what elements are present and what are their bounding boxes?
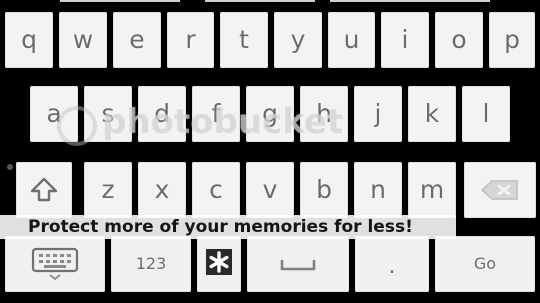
key-s[interactable]: s xyxy=(84,86,132,142)
key-label: t xyxy=(239,24,249,54)
keyboard-switch-key[interactable] xyxy=(5,236,105,292)
numbers-key-label: 123 xyxy=(135,254,167,273)
top-strip-segment xyxy=(330,0,490,2)
key-label: m xyxy=(419,174,445,204)
key-o[interactable]: o xyxy=(435,12,483,68)
shift-key[interactable] xyxy=(16,162,72,218)
go-key-label: Go xyxy=(473,254,497,273)
key-label: s xyxy=(101,98,115,128)
key-c[interactable]: c xyxy=(192,162,240,218)
key-label: n xyxy=(370,174,386,204)
key-x[interactable]: x xyxy=(138,162,186,218)
key-label: i xyxy=(401,24,409,54)
key-k[interactable]: k xyxy=(408,86,456,142)
key-r[interactable]: r xyxy=(167,12,214,68)
key-q[interactable]: q xyxy=(5,12,53,68)
key-e[interactable]: e xyxy=(113,12,161,68)
key-i[interactable]: i xyxy=(381,12,429,68)
space-bar-icon xyxy=(278,254,318,274)
key-b[interactable]: b xyxy=(300,162,348,218)
key-j[interactable]: j xyxy=(354,86,402,142)
key-label: w xyxy=(72,24,94,54)
backspace-icon xyxy=(480,179,520,201)
key-w[interactable]: w xyxy=(59,12,107,68)
period-key[interactable]: . xyxy=(355,236,429,292)
key-label: y xyxy=(290,24,306,54)
key-label: z xyxy=(101,174,115,204)
key-label: v xyxy=(262,174,278,204)
key-label: f xyxy=(211,98,221,128)
key-f[interactable]: f xyxy=(192,86,240,142)
asterisk-icon xyxy=(205,248,233,276)
key-p[interactable]: p xyxy=(489,12,535,68)
key-n[interactable]: n xyxy=(354,162,402,218)
key-l[interactable]: l xyxy=(462,86,510,142)
key-t[interactable]: t xyxy=(220,12,268,68)
key-label: c xyxy=(209,174,223,204)
key-label: e xyxy=(129,24,145,54)
top-strip-segment xyxy=(205,0,315,2)
key-g[interactable]: g xyxy=(246,86,294,142)
key-d[interactable]: d xyxy=(138,86,186,142)
key-a[interactable]: a xyxy=(30,86,78,142)
period-key-label: . xyxy=(388,254,396,279)
key-label: o xyxy=(451,24,467,54)
key-label: u xyxy=(343,24,360,54)
numbers-key[interactable]: 123 xyxy=(111,236,191,292)
key-z[interactable]: z xyxy=(84,162,132,218)
promo-banner: Protect more of your memories for less! xyxy=(0,215,456,239)
key-label: k xyxy=(424,98,440,128)
keyboard-icon xyxy=(30,247,80,281)
key-label: d xyxy=(154,98,170,128)
space-bar[interactable] xyxy=(247,236,349,292)
key-label: j xyxy=(374,98,382,128)
indicator-dot xyxy=(7,164,13,170)
key-label: l xyxy=(482,98,490,128)
key-label: a xyxy=(46,98,62,128)
top-strip xyxy=(0,0,540,6)
key-label: x xyxy=(154,174,170,204)
key-label: q xyxy=(21,24,37,54)
promo-banner-text: Protect more of your memories for less! xyxy=(28,217,413,237)
key-h[interactable]: h xyxy=(300,86,348,142)
key-y[interactable]: y xyxy=(274,12,322,68)
key-u[interactable]: u xyxy=(328,12,375,68)
key-m[interactable]: m xyxy=(408,162,456,218)
go-key[interactable]: Go xyxy=(435,236,535,292)
backspace-key[interactable] xyxy=(464,162,536,218)
top-strip-segment xyxy=(60,0,180,2)
key-label: h xyxy=(316,98,332,128)
key-label: r xyxy=(185,24,196,54)
key-label: b xyxy=(316,174,332,204)
key-v[interactable]: v xyxy=(246,162,294,218)
shift-arrow-icon xyxy=(29,175,59,205)
settings-key[interactable] xyxy=(197,236,241,292)
key-label: p xyxy=(504,24,520,54)
key-label: g xyxy=(262,98,278,128)
